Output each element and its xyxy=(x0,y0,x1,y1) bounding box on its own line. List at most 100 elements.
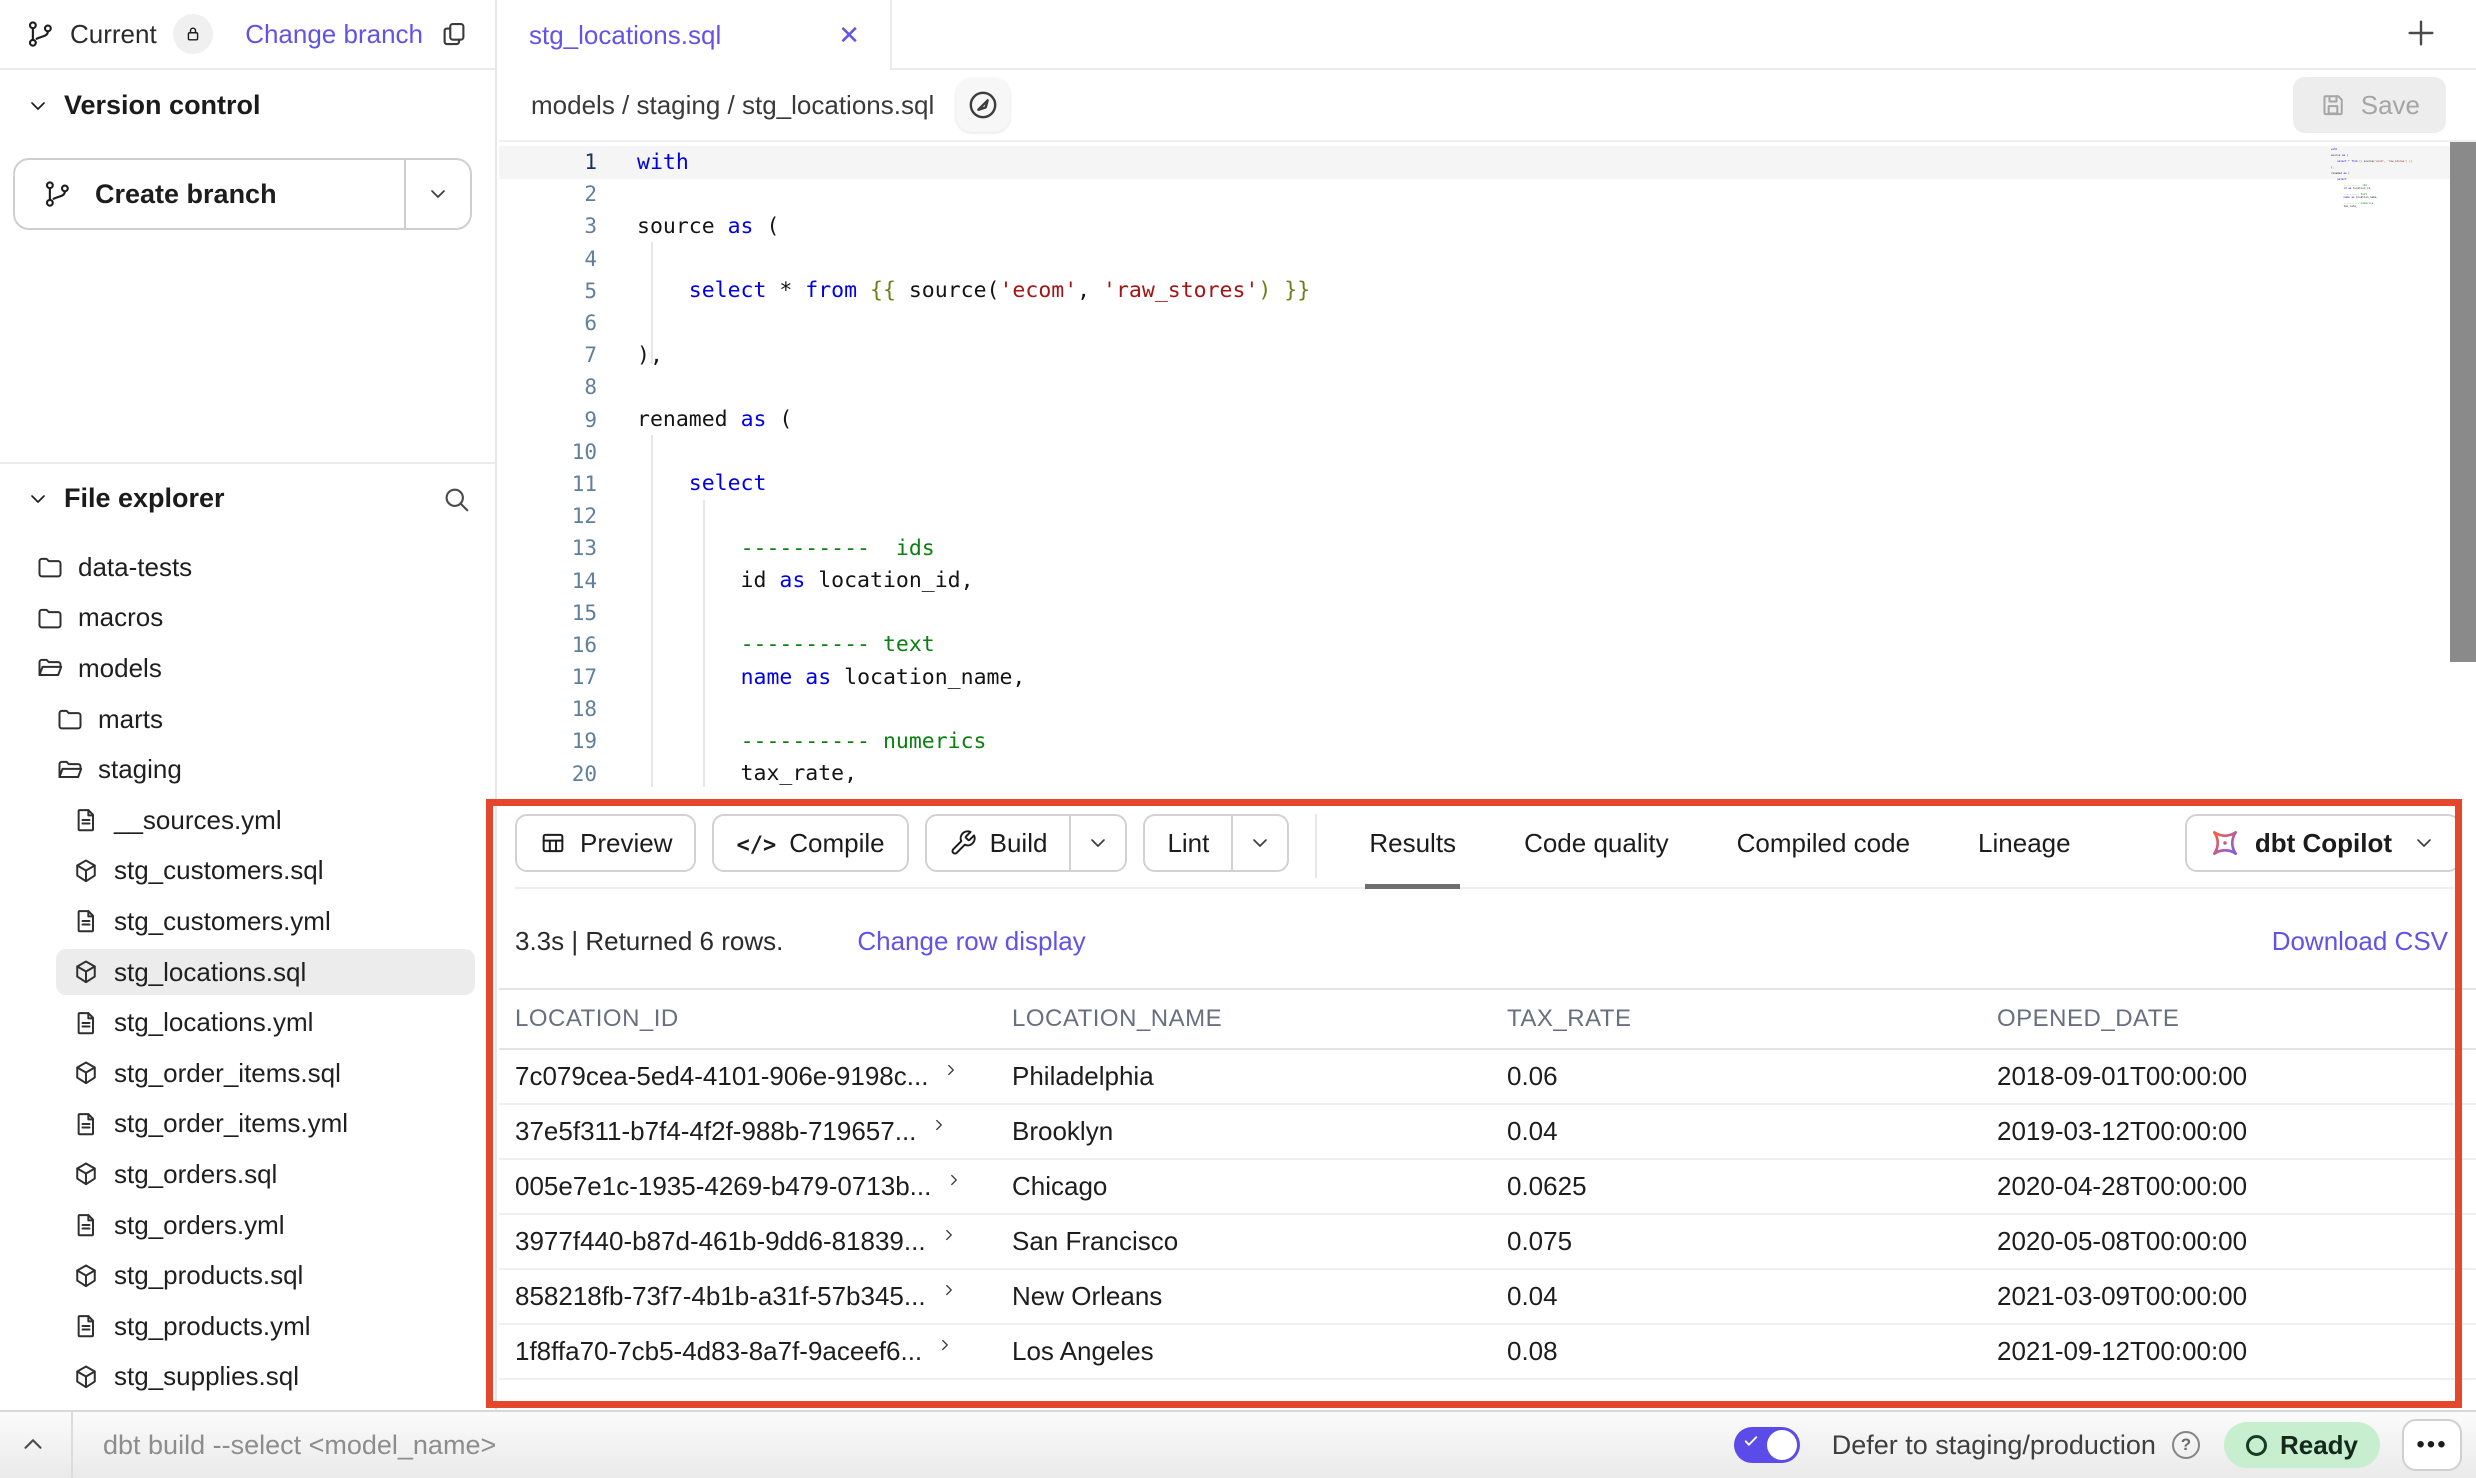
status-area: Defer to staging/production ? Ready ••• xyxy=(1734,1412,2462,1478)
code-text: ---------- text xyxy=(637,632,935,657)
file-item-models[interactable]: models xyxy=(0,643,495,694)
file-item-data-tests[interactable]: data-tests xyxy=(0,542,495,593)
code-lines: 1with23source as (45 select * from {{ so… xyxy=(499,146,2476,790)
close-icon[interactable]: ✕ xyxy=(838,20,860,51)
column-header-tax_rate[interactable]: TAX_RATE xyxy=(1507,990,1631,1048)
file-item-label: stg_order_items.sql xyxy=(114,1058,341,1089)
chevron-up-icon[interactable] xyxy=(18,1429,48,1459)
column-header-location_id[interactable]: LOCATION_ID xyxy=(515,990,679,1048)
file-tree: data-testsmacrosmodels marts staging__sour… xyxy=(0,542,495,1402)
tab-compiled-code[interactable]: Compiled code xyxy=(1733,803,1914,889)
cell-opened-date: 2020-04-28T00:00:00 xyxy=(1997,1160,2247,1213)
cell-location-name: Brooklyn xyxy=(1012,1105,1113,1158)
file-item-marts[interactable]: marts xyxy=(0,694,495,745)
column-header-location_name[interactable]: LOCATION_NAME xyxy=(1012,990,1222,1048)
compile-button[interactable]: </>Compile xyxy=(712,814,908,872)
editor-scrollbar[interactable] xyxy=(2450,142,2476,662)
location-id-value: 7c079cea-5ed4-4101-906e-9198c... xyxy=(515,1061,928,1092)
file-explorer-header[interactable]: File explorer xyxy=(26,483,471,514)
cell-opened-date: 2019-03-12T00:00:00 xyxy=(1997,1105,2247,1158)
column-header-opened_date[interactable]: OPENED_DATE xyxy=(1997,990,2179,1048)
save-button[interactable]: Save xyxy=(2293,77,2446,133)
file-item-stg-customers-sql[interactable]: stg_customers.sql xyxy=(0,846,495,897)
table-body: 7c079cea-5ed4-4101-906e-9198c...Philadel… xyxy=(499,1050,2476,1380)
file-item-staging[interactable]: staging xyxy=(0,744,495,795)
results-info-row: 3.3s | Returned 6 rows. Change row displ… xyxy=(515,905,2448,977)
doc-icon xyxy=(72,907,100,935)
version-control-header[interactable]: Version control xyxy=(26,90,261,121)
file-item-macros[interactable]: macros xyxy=(0,593,495,644)
file-item-stg-products-yml[interactable]: stg_products.yml xyxy=(0,1301,495,1352)
file-item-stg-customers-yml[interactable]: stg_customers.yml xyxy=(0,896,495,947)
code-text: id as location_id, xyxy=(2331,187,2372,190)
model-icon xyxy=(72,958,100,986)
tab-code-quality[interactable]: Code quality xyxy=(1520,803,1673,889)
code-text: id as location_id, xyxy=(637,568,974,593)
create-branch-button[interactable]: Create branch xyxy=(13,158,472,230)
cell-tax-rate: 0.075 xyxy=(1507,1215,1572,1268)
expand-cell-icon[interactable] xyxy=(940,1281,958,1299)
file-item-stg-locations-yml[interactable]: stg_locations.yml xyxy=(0,997,495,1048)
minimap[interactable]: 1with23source as (45 select * from {{ so… xyxy=(2331,148,2449,208)
file-item-stg-orders-sql[interactable]: stg_orders.sql xyxy=(0,1149,495,1200)
preview-button[interactable]: Preview xyxy=(515,814,696,872)
table-row: 858218fb-73f7-4b1b-a31f-57b345...New Orl… xyxy=(499,1270,2476,1325)
lineage-compass-button[interactable] xyxy=(956,78,1010,132)
new-tab-button[interactable] xyxy=(2404,16,2438,50)
code-editor[interactable]: 1with23source as (45 select * from {{ so… xyxy=(499,142,2476,803)
chevron-down-icon[interactable] xyxy=(1069,816,1125,870)
command-input[interactable]: dbt build --select <model_name> xyxy=(103,1412,1603,1478)
cell-location-id: 1f8ffa70-7cb5-4d83-8a7f-9aceef6... xyxy=(515,1325,954,1378)
file-item-stg-order-items-yml[interactable]: stg_order_items.yml xyxy=(0,1099,495,1150)
defer-toggle[interactable] xyxy=(1734,1427,1800,1463)
git-branch-icon xyxy=(43,179,73,209)
dbt-copilot-button[interactable]: dbt Copilot xyxy=(2185,814,2460,872)
line-number: 17 xyxy=(499,665,597,689)
line-number: 16 xyxy=(499,633,597,657)
location-id-value: 1f8ffa70-7cb5-4d83-8a7f-9aceef6... xyxy=(515,1336,922,1367)
file-item-stg-locations-sql[interactable]: stg_locations.sql xyxy=(0,947,495,998)
create-branch-dropdown[interactable] xyxy=(404,160,470,228)
expand-cell-icon[interactable] xyxy=(936,1336,954,1354)
file-item-stg-order-items-sql[interactable]: stg_order_items.sql xyxy=(0,1048,495,1099)
file-item--sources-yml[interactable]: __sources.yml xyxy=(0,795,495,846)
line-number: 15 xyxy=(499,601,597,625)
file-explorer-title: File explorer xyxy=(64,483,225,514)
file-item-stg-supplies-sql[interactable]: stg_supplies.sql xyxy=(0,1352,495,1403)
lint-button[interactable]: Lint xyxy=(1143,814,1289,872)
chevron-down-icon xyxy=(2412,831,2436,855)
doc-icon xyxy=(72,1211,100,1239)
tab-stg-locations-sql[interactable]: stg_locations.sql ✕ xyxy=(499,0,892,70)
change-branch-link[interactable]: Change branch xyxy=(245,19,423,50)
location-id-value: 005e7e1c-1935-4269-b479-0713b... xyxy=(515,1171,931,1202)
more-options-button[interactable]: ••• xyxy=(2402,1419,2462,1471)
check-icon xyxy=(1742,1432,1760,1450)
expand-cell-icon[interactable] xyxy=(942,1061,960,1079)
doc-icon xyxy=(72,1312,100,1340)
tab-results[interactable]: Results xyxy=(1365,803,1460,889)
expand-cell-icon[interactable] xyxy=(940,1226,958,1244)
expand-cell-icon[interactable] xyxy=(930,1116,948,1134)
help-icon[interactable]: ? xyxy=(2172,1431,2200,1459)
file-item-stg-products-sql[interactable]: stg_products.sql xyxy=(0,1250,495,1301)
compass-icon xyxy=(966,88,1000,122)
download-csv-link[interactable]: Download CSV xyxy=(2272,926,2448,957)
file-item-stg-orders-yml[interactable]: stg_orders.yml xyxy=(0,1200,495,1251)
create-branch-label: Create branch xyxy=(95,179,277,210)
change-row-display-link[interactable]: Change row display xyxy=(857,926,1085,957)
copy-icon[interactable] xyxy=(439,19,469,49)
cell-location-name: San Francisco xyxy=(1012,1215,1178,1268)
chevron-down-icon[interactable] xyxy=(1231,816,1287,870)
file-item-label: marts xyxy=(98,704,163,735)
code-text: source as ( xyxy=(2331,154,2348,157)
tab-lineage[interactable]: Lineage xyxy=(1974,803,2075,889)
search-icon[interactable] xyxy=(441,484,471,514)
table-header-row: LOCATION_ID LOCATION_NAME TAX_RATE OPENED_D… xyxy=(499,988,2476,1050)
table-row: 005e7e1c-1935-4269-b479-0713b...Chicago0… xyxy=(499,1160,2476,1215)
expand-cell-icon[interactable] xyxy=(945,1171,963,1189)
code-line: 13 ---------- ids xyxy=(499,532,2476,564)
line-number: 10 xyxy=(499,440,597,464)
build-button[interactable]: Build xyxy=(925,814,1128,872)
line-number: 6 xyxy=(499,311,597,335)
dbt-ide-window: Current Change branch Version control Cr… xyxy=(0,0,2476,1478)
